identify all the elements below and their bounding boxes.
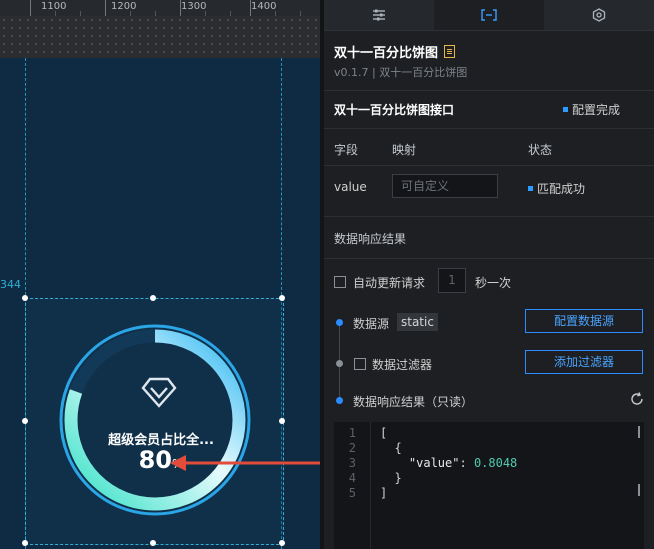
panel-tabs <box>324 0 654 31</box>
resize-handle[interactable] <box>150 295 156 301</box>
component-version: v0.1.7 | 双十一百分比饼图 <box>334 66 468 79</box>
horizontal-ruler: 1100 1200 1300 1400 <box>0 0 322 17</box>
resize-handle[interactable] <box>22 540 28 546</box>
ruler-tick-label: 1200 <box>111 1 137 12</box>
donut-outer-rim <box>59 324 251 516</box>
json-code-viewer[interactable]: 1 2 3 4 5 [ { "value": 0.8048 } ] <box>334 422 644 549</box>
tab-style[interactable] <box>324 0 434 30</box>
datasource-type-badge: static <box>397 313 438 331</box>
line-number: 3 <box>348 456 356 470</box>
ruler-tick-label: 1400 <box>251 1 277 12</box>
component-title: 双十一百分比饼图 <box>334 42 456 61</box>
timeline-dot <box>336 319 343 326</box>
resize-handle[interactable] <box>22 418 28 424</box>
match-status: 匹配成功 <box>528 180 585 197</box>
line-number: 4 <box>348 471 356 485</box>
code-line-value: "value": 0.8048 <box>408 456 518 470</box>
configure-datasource-button[interactable]: 配置数据源 <box>525 309 643 333</box>
tab-data[interactable] <box>434 0 544 30</box>
add-filter-button[interactable]: 添加过滤器 <box>525 350 643 374</box>
auto-update-label: 自动更新请求 <box>353 276 426 290</box>
section-title: 数据响应结果 <box>334 232 407 246</box>
refresh-icon[interactable] <box>630 392 644 406</box>
json-key: "value" <box>408 456 460 470</box>
diamond-icon <box>141 377 177 408</box>
json-number-value: 0.8048 <box>473 456 518 470</box>
interval-stepper[interactable]: 1 <box>438 268 466 293</box>
line-number: 5 <box>348 486 356 500</box>
tab-interaction[interactable] <box>544 0 654 30</box>
code-line: ] <box>380 486 388 500</box>
resize-handle[interactable] <box>22 295 28 301</box>
ruler-tick-label: 1300 <box>181 1 207 12</box>
sliders-icon <box>373 9 385 21</box>
interface-status: 配置完成 <box>563 101 620 118</box>
column-header-status: 状态 <box>528 143 553 157</box>
code-scroll-indicator[interactable] <box>638 484 640 496</box>
timeline-dot <box>336 397 343 404</box>
field-name: value <box>334 180 367 194</box>
divider <box>324 90 654 91</box>
canvas-dot-grid <box>0 16 322 58</box>
coordinate-readout: 344 <box>0 278 21 291</box>
interval-unit: 秒一次 <box>475 276 512 290</box>
data-brackets-icon <box>481 9 497 21</box>
line-number: 2 <box>348 441 356 455</box>
auto-update-checkbox[interactable] <box>334 276 346 288</box>
pie-value-number: 80 <box>138 446 172 474</box>
status-dot-icon <box>528 186 533 191</box>
datasource-label: 数据源 <box>353 317 390 331</box>
component-title-text: 双十一百分比饼图 <box>334 46 439 61</box>
config-panel: 双十一百分比饼图 v0.1.7 | 双十一百分比饼图 双十一百分比饼图接口 配置… <box>324 0 654 549</box>
filter-label: 数据过滤器 <box>372 358 433 372</box>
code-gutter <box>370 422 371 549</box>
mapping-input[interactable]: 可自定义 <box>392 174 498 198</box>
filter-checkbox[interactable] <box>354 358 366 370</box>
code-line: { <box>380 441 402 455</box>
resize-handle[interactable] <box>279 418 285 424</box>
interaction-icon <box>592 8 606 22</box>
status-dot-icon <box>563 107 568 112</box>
percentage-donut-ring <box>59 324 251 516</box>
match-status-text: 匹配成功 <box>537 182 586 196</box>
column-header-field: 字段 <box>334 143 359 157</box>
column-header-mapping: 映射 <box>392 143 417 157</box>
interface-name: 双十一百分比饼图接口 <box>334 103 455 117</box>
divider <box>324 128 654 129</box>
code-line: [ <box>380 426 388 440</box>
divider <box>324 258 654 259</box>
divider <box>324 165 654 166</box>
line-number: 1 <box>348 426 356 440</box>
ruler-tick-label: 1100 <box>41 1 67 12</box>
resize-handle[interactable] <box>279 540 285 546</box>
code-line: } <box>380 471 402 485</box>
resize-handle[interactable] <box>150 540 156 546</box>
result-label: 数据响应结果（只读） <box>353 395 474 409</box>
document-icon[interactable] <box>444 45 456 58</box>
resize-handle[interactable] <box>279 295 285 301</box>
code-scroll-indicator[interactable] <box>638 426 640 438</box>
timeline-dot <box>336 360 343 367</box>
divider <box>324 216 654 217</box>
interface-status-text: 配置完成 <box>572 103 621 117</box>
